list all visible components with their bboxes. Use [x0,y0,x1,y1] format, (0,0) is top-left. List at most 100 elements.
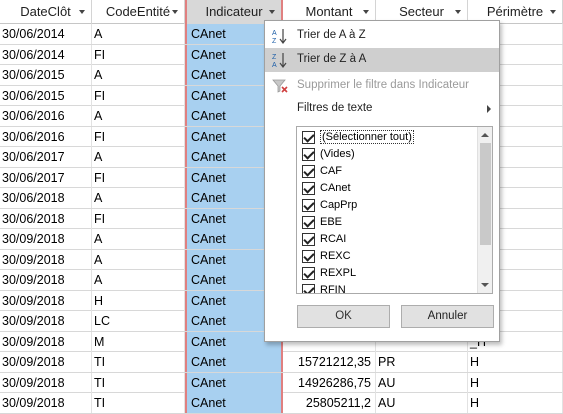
table-cell-date[interactable]: 30/06/2017 [0,167,92,188]
table-cell-ind[interactable]: CAnet [185,372,283,393]
chevron-down-icon[interactable] [269,10,275,14]
table-cell-code[interactable]: FI [92,167,185,188]
column-header-dateclot[interactable]: DateClôt [0,0,92,24]
vertical-scrollbar[interactable] [477,127,492,293]
table-cell-date[interactable]: 30/06/2014 [0,44,92,65]
filter-value-item[interactable]: CAF [299,163,477,180]
filter-value-label: REXPL [320,267,357,279]
table-cell-code[interactable]: A [92,106,185,126]
checkbox-checked-icon[interactable] [302,216,315,229]
sort-asc-item[interactable]: A Z Trier de A à Z [265,24,499,48]
checkbox-checked-icon[interactable] [302,165,315,178]
filter-values-list[interactable]: (Sélectionner tout) (Vides) CAF CAnet CapPrp… [296,126,493,294]
table-cell-perim[interactable]: H [468,393,563,413]
svg-text:Z: Z [272,54,277,61]
filter-value-label: CAnet [320,182,351,194]
filter-value-label: (Sélectionner tout) [320,130,414,144]
table-cell-date[interactable]: 30/09/2018 [0,270,92,290]
table-cell-code[interactable]: M [92,331,185,352]
checkbox-checked-icon[interactable] [302,199,315,212]
table-cell-code[interactable]: TI [92,372,185,393]
filter-value-item[interactable]: REXC [299,248,477,265]
table-cell-date[interactable]: 30/09/2018 [0,372,92,393]
ok-button[interactable]: OK [297,305,390,328]
checkbox-checked-icon[interactable] [302,284,315,293]
table-cell-montant[interactable]: 14926286,75 [283,372,376,393]
table-cell-code[interactable]: A [92,188,185,208]
table-row[interactable]: 30/09/2018 TI CAnet 25805211,2 AU H [0,393,563,414]
filter-value-item[interactable]: RCAI [299,231,477,248]
chevron-down-icon[interactable] [79,10,85,14]
table-cell-date[interactable]: 30/09/2018 [0,249,92,270]
table-cell-date[interactable]: 30/06/2016 [0,126,92,147]
table-cell-ind[interactable]: CAnet [185,393,283,413]
chevron-down-icon[interactable] [550,10,556,14]
table-cell-perim[interactable]: H [468,352,563,372]
filter-value-item[interactable]: (Vides) [299,146,477,163]
table-cell-montant[interactable]: 25805211,2 [283,393,376,413]
table-cell-date[interactable]: 30/06/2015 [0,65,92,85]
table-cell-code[interactable]: TI [92,393,185,413]
table-cell-code[interactable]: FI [92,85,185,106]
table-cell-secteur[interactable]: AU [376,393,468,413]
svg-text:A: A [272,62,277,69]
table-cell-code[interactable]: A [92,147,185,167]
scroll-thumb[interactable] [480,143,491,245]
checkbox-checked-icon[interactable] [302,250,315,263]
clear-filter-item[interactable]: Supprimer le filtre dans Indicateur [265,74,499,98]
table-cell-code[interactable]: LC [92,311,185,331]
table-cell-code[interactable]: A [92,249,185,270]
table-cell-date[interactable]: 30/09/2018 [0,352,92,372]
filter-value-item[interactable]: (Sélectionner tout) [299,129,477,146]
table-cell-date[interactable]: 30/09/2018 [0,331,92,352]
scroll-up-icon[interactable] [481,133,489,137]
sort-asc-icon: A Z [271,27,289,45]
chevron-down-icon[interactable] [172,10,178,14]
checkbox-checked-icon[interactable] [302,182,315,195]
sort-desc-item[interactable]: Z A Trier de Z à A [265,48,499,72]
table-cell-ind[interactable]: CAnet [185,352,283,372]
filter-value-item[interactable]: EBE [299,214,477,231]
table-cell-code[interactable]: A [92,65,185,85]
table-cell-date[interactable]: 30/06/2018 [0,188,92,208]
checkbox-checked-icon[interactable] [302,233,315,246]
table-cell-date[interactable]: 30/09/2018 [0,311,92,331]
table-cell-date[interactable]: 30/06/2015 [0,85,92,106]
chevron-down-icon[interactable] [363,10,369,14]
filter-value-label: CAF [320,165,342,177]
table-cell-date[interactable]: 30/09/2018 [0,229,92,249]
checkbox-checked-icon[interactable] [302,148,315,161]
table-cell-code[interactable]: A [92,270,185,290]
cancel-button[interactable]: Annuler [401,305,494,328]
chevron-down-icon[interactable] [455,10,461,14]
table-cell-montant[interactable]: 15721212,35 [283,352,376,372]
table-cell-code[interactable]: FI [92,44,185,65]
table-cell-code[interactable]: FI [92,208,185,229]
table-cell-secteur[interactable]: AU [376,372,468,393]
text-filters-item[interactable]: Filtres de texte [265,97,499,121]
table-row[interactable]: 30/09/2018 TI CAnet 14926286,75 AU H [0,372,563,393]
table-cell-date[interactable]: 30/09/2018 [0,290,92,311]
table-cell-code[interactable]: TI [92,352,185,372]
table-cell-date[interactable]: 30/06/2014 [0,24,92,44]
filter-value-item[interactable]: RFIN [299,282,477,293]
table-cell-date[interactable]: 30/06/2018 [0,208,92,229]
table-cell-date[interactable]: 30/09/2018 [0,393,92,413]
table-cell-code[interactable]: A [92,24,185,44]
scroll-down-icon[interactable] [481,283,489,287]
table-cell-code[interactable]: FI [92,126,185,147]
table-cell-code[interactable]: A [92,229,185,249]
filter-value-item[interactable]: REXPL [299,265,477,282]
table-row[interactable]: 30/09/2018 TI CAnet 15721212,35 PR H [0,352,563,373]
table-cell-date[interactable]: 30/06/2016 [0,106,92,126]
table-cell-code[interactable]: H [92,290,185,311]
svg-text:Z: Z [272,38,277,45]
column-header-codeentite[interactable]: CodeEntité [92,0,185,24]
table-cell-secteur[interactable]: PR [376,352,468,372]
checkbox-checked-icon[interactable] [302,131,315,144]
filter-value-item[interactable]: CapPrp [299,197,477,214]
table-cell-date[interactable]: 30/06/2017 [0,147,92,167]
filter-value-item[interactable]: CAnet [299,180,477,197]
table-cell-perim[interactable]: H [468,372,563,393]
checkbox-checked-icon[interactable] [302,267,315,280]
